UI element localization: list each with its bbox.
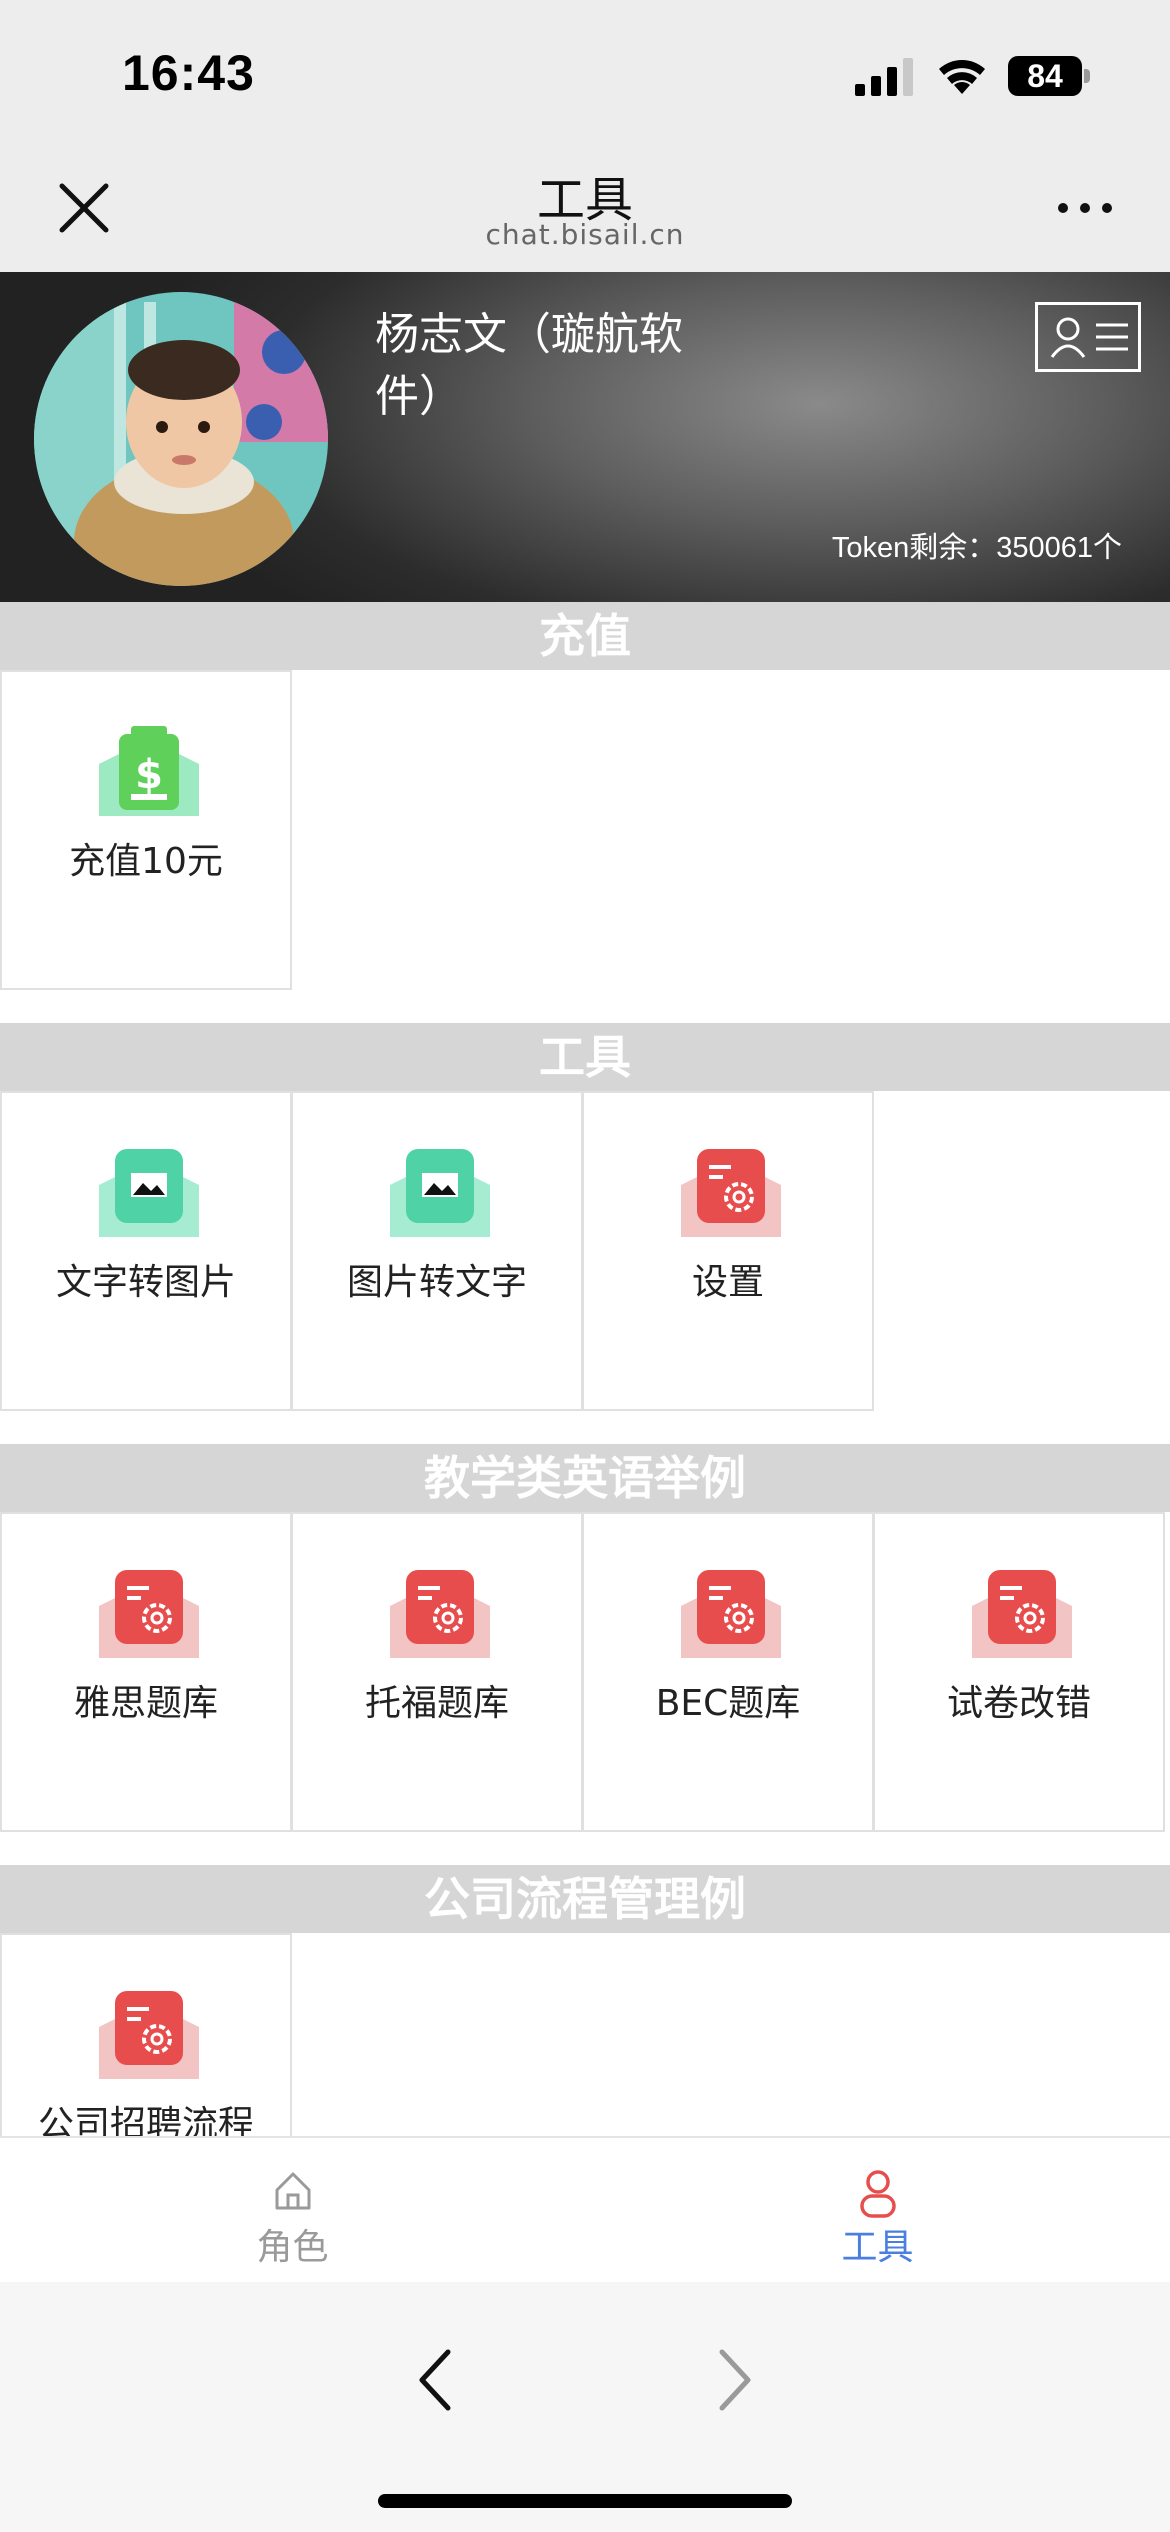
forward-arrow-icon[interactable] xyxy=(710,2342,760,2418)
tile-label: 公司招聘流程 xyxy=(37,2104,254,2136)
tile-label: 雅思题库 xyxy=(73,1683,218,1724)
token-balance: Token剩余：350061个 xyxy=(831,532,1122,564)
cellular-signal-icon xyxy=(855,58,913,96)
settings-icon xyxy=(99,1991,199,2079)
settings-icon xyxy=(99,1570,199,1658)
settings-icon xyxy=(681,1149,781,1237)
settings-icon xyxy=(972,1570,1072,1658)
tab-tools[interactable]: 工具 xyxy=(585,2138,1170,2284)
home-icon xyxy=(275,2172,310,2210)
tile-label: 图片转文字 xyxy=(346,1262,527,1303)
tile-label: 试卷改错 xyxy=(946,1683,1091,1724)
tile-toefl-bank[interactable]: 托福题库 xyxy=(291,1512,583,1832)
wifi-icon xyxy=(939,60,985,94)
tile-label: BEC题库 xyxy=(655,1683,801,1724)
svg-text:$: $ xyxy=(135,752,163,798)
tile-bec-bank[interactable]: BEC题库 xyxy=(582,1512,874,1832)
tab-label-roles: 角色 xyxy=(256,2227,329,2268)
navigation-bar: 工具 chat.bisail.cn xyxy=(0,140,1170,272)
tile-label: 设置 xyxy=(691,1262,764,1303)
tile-label: 托福题库 xyxy=(364,1683,509,1724)
tile-settings[interactable]: 设置 xyxy=(582,1091,874,1411)
tile-text-to-image[interactable]: 文字转图片 xyxy=(0,1091,292,1411)
tab-roles[interactable]: 角色 xyxy=(0,2138,585,2284)
profile-header: 杨志文（璇航软件） Token剩余：350061个 xyxy=(0,272,1170,602)
tile-recharge-10[interactable]: $ 充值10元 xyxy=(0,670,292,990)
profile-card-button[interactable] xyxy=(1035,302,1141,372)
tab-label-tools: 工具 xyxy=(841,2227,914,2268)
settings-icon xyxy=(681,1570,781,1658)
section-header-teaching: 教学类英语举例 xyxy=(0,1444,1170,1512)
battery-icon: 84 xyxy=(1008,56,1090,96)
section-header-recharge: 充值 xyxy=(0,602,1170,670)
tile-company-recruitment[interactable]: 公司招聘流程 xyxy=(0,1933,292,2136)
tile-ielts-bank[interactable]: 雅思题库 xyxy=(0,1512,292,1832)
money-battery-icon: $ xyxy=(99,726,199,816)
settings-icon xyxy=(390,1570,490,1658)
user-icon xyxy=(859,2170,896,2218)
tool-grid-area[interactable]: 充值 $ 充值10元 工具 文字转图片 图片转文字 设置 教学类英语举例 雅思题… xyxy=(0,602,1170,2136)
home-indicator xyxy=(378,2494,792,2508)
back-arrow-icon[interactable] xyxy=(410,2342,460,2418)
tile-label: 文字转图片 xyxy=(55,1262,236,1303)
avatar[interactable] xyxy=(34,292,328,586)
section-header-tools: 工具 xyxy=(0,1023,1170,1091)
tile-paper-correction[interactable]: 试卷改错 xyxy=(873,1512,1165,1832)
image-icon xyxy=(390,1149,490,1237)
status-bar: 16:43 84 xyxy=(0,0,1170,140)
more-options-icon[interactable] xyxy=(1055,198,1115,218)
battery-level: 84 xyxy=(1027,58,1063,94)
user-name: 杨志文（璇航软件） xyxy=(375,309,683,422)
section-header-company: 公司流程管理例 xyxy=(0,1865,1170,1933)
bottom-tab-bar: 角色 工具 xyxy=(0,2136,1170,2282)
tile-image-to-text[interactable]: 图片转文字 xyxy=(291,1091,583,1411)
status-time: 16:43 xyxy=(122,45,255,101)
image-icon xyxy=(99,1149,199,1237)
contact-card-icon xyxy=(1050,317,1128,358)
page-domain: chat.bisail.cn xyxy=(485,218,685,251)
tile-label: 充值10元 xyxy=(69,841,223,882)
browser-toolbar xyxy=(0,2282,1170,2532)
